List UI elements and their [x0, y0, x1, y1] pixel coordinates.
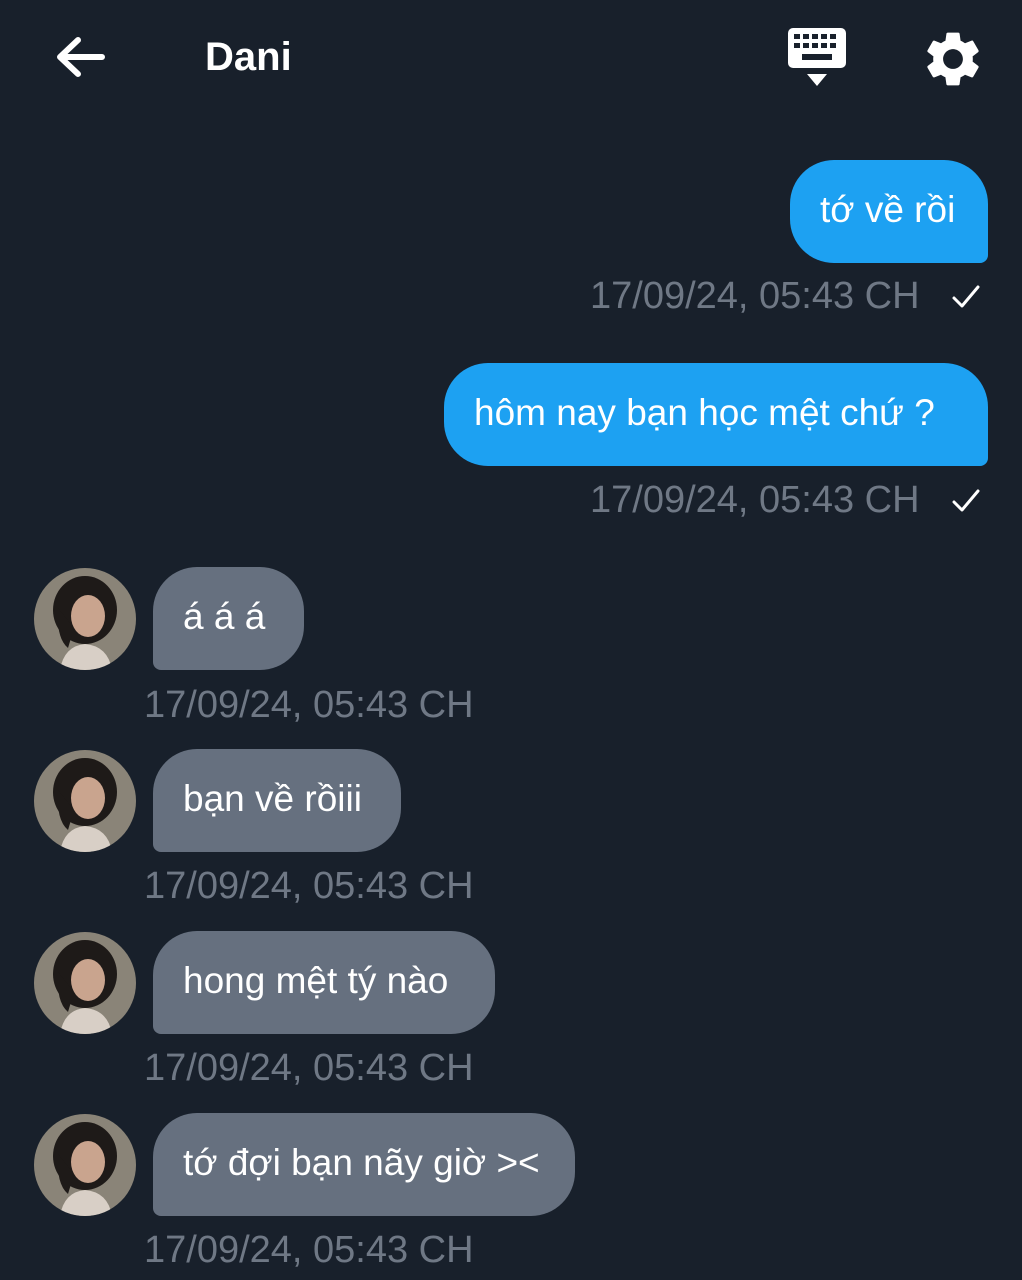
- message-timestamp: 17/09/24, 05:43 CH: [590, 479, 920, 521]
- avatar-image: [34, 1114, 136, 1216]
- sent-check-icon: [952, 285, 980, 308]
- message-text: hôm nay bạn học mệt chứ ?: [474, 392, 935, 433]
- message-text: tớ đợi bạn nãy giờ ><: [183, 1142, 540, 1183]
- chat-screen: Dani tớ về rồi 17/09/24, 05:43 CH hôm na…: [0, 0, 1022, 1280]
- back-button[interactable]: [48, 26, 112, 90]
- message-timestamp: 17/09/24, 05:43 CH: [144, 684, 474, 726]
- settings-button[interactable]: [920, 26, 986, 92]
- message-timestamp: 17/09/24, 05:43 CH: [590, 275, 920, 317]
- message-text: á á á: [183, 596, 266, 637]
- outgoing-message-bubble[interactable]: hôm nay bạn học mệt chứ ?: [444, 363, 988, 466]
- chat-header: Dani: [0, 0, 1022, 120]
- incoming-message-bubble[interactable]: á á á: [153, 567, 304, 670]
- avatar[interactable]: [34, 1114, 136, 1216]
- avatar[interactable]: [34, 932, 136, 1034]
- arrow-left-icon: [57, 37, 105, 77]
- message-text: bạn về rồiii: [183, 778, 362, 819]
- message-text: hong mệt tý nào: [183, 960, 449, 1001]
- incoming-message-bubble[interactable]: hong mệt tý nào: [153, 931, 495, 1034]
- avatar[interactable]: [34, 568, 136, 670]
- message-text: tớ về rồi: [820, 189, 956, 230]
- message-timestamp: 17/09/24, 05:43 CH: [144, 1229, 474, 1271]
- sent-check-icon: [952, 489, 980, 512]
- keyboard-button[interactable]: [782, 24, 854, 92]
- avatar-image: [34, 932, 136, 1034]
- incoming-message-bubble[interactable]: bạn về rồiii: [153, 749, 401, 852]
- message-timestamp: 17/09/24, 05:43 CH: [144, 1047, 474, 1089]
- outgoing-message-bubble[interactable]: tớ về rồi: [790, 160, 988, 263]
- avatar[interactable]: [34, 750, 136, 852]
- avatar-image: [34, 568, 136, 670]
- message-timestamp: 17/09/24, 05:43 CH: [144, 865, 474, 907]
- incoming-message-bubble[interactable]: tớ đợi bạn nãy giờ ><: [153, 1113, 575, 1216]
- keyboard-icon: [788, 28, 846, 86]
- gear-icon: [927, 32, 979, 86]
- avatar-image: [34, 750, 136, 852]
- contact-name: Dani: [205, 35, 292, 79]
